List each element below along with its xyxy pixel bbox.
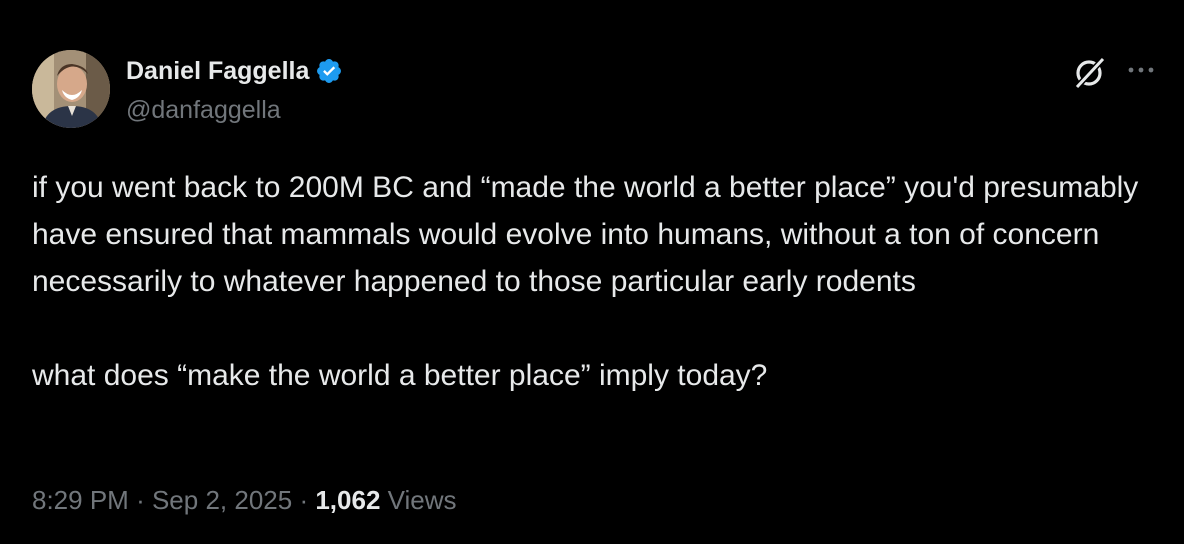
avatar-image <box>32 50 110 128</box>
display-name[interactable]: Daniel Faggella <box>126 54 309 88</box>
avatar[interactable] <box>32 50 110 128</box>
tweet-date[interactable]: Sep 2, 2025 <box>152 485 292 515</box>
grok-icon[interactable] <box>1070 54 1108 92</box>
views-count[interactable]: 1,062 <box>315 485 380 515</box>
author-name-row: Daniel Faggella <box>126 54 343 88</box>
more-options-icon[interactable] <box>1124 56 1158 84</box>
meta-separator: · <box>136 485 145 515</box>
tweet-card: Daniel Faggella @danfaggella if you went… <box>0 0 1184 544</box>
tweet-text: if you went back to 200M BC and “made th… <box>32 171 1139 392</box>
verified-badge-icon[interactable] <box>315 57 343 85</box>
author-handle[interactable]: @danfaggella <box>126 94 281 126</box>
tweet-meta: 8:29 PM · Sep 2, 2025 · 1,062 Views <box>32 480 457 520</box>
views-label: Views <box>387 485 457 515</box>
meta-separator: · <box>299 485 309 515</box>
tweet-time[interactable]: 8:29 PM <box>32 485 129 515</box>
